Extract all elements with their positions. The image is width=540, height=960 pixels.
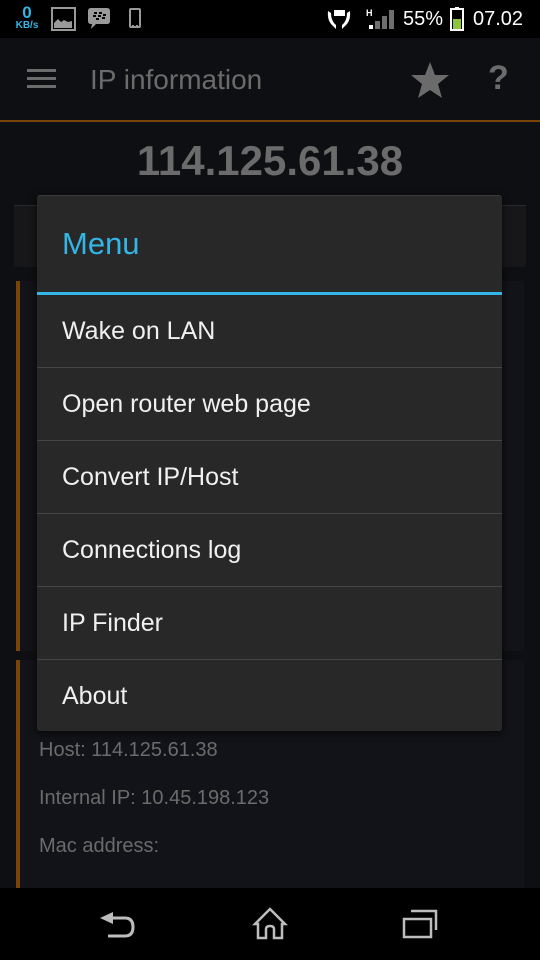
card-accent-bar	[16, 660, 20, 888]
menu-item-ip-finder[interactable]: IP Finder	[37, 587, 502, 660]
menu-item-wake-on-lan[interactable]: Wake on LAN	[37, 295, 502, 368]
star-icon[interactable]	[410, 60, 450, 100]
public-ip-address: 114.125.61.38	[136, 137, 404, 184]
signal-hspa-icon: H	[366, 8, 394, 29]
action-bar-divider	[0, 120, 540, 122]
app-title: IP information	[90, 64, 263, 95]
navigation-bar	[0, 888, 540, 960]
dialog-title: Menu	[62, 226, 140, 261]
network-speed-unit: KB/s	[15, 20, 39, 31]
menu-dialog: Menu Wake on LAN Open router web page Co…	[37, 195, 502, 731]
network-speed-indicator: 0 KB/s	[12, 4, 42, 31]
menu-item-convert-ip-host[interactable]: Convert IP/Host	[37, 441, 502, 514]
network-type-label: H	[366, 8, 373, 18]
battery-level-fill	[453, 19, 461, 29]
battery-percent: 55%	[403, 8, 444, 30]
recent-apps-icon[interactable]	[390, 906, 450, 950]
card-accent-bar	[16, 281, 20, 651]
internal-ip-line: Internal IP: 10.45.198.123	[39, 787, 270, 809]
bbm-chat-icon	[88, 8, 110, 29]
menu-item-label: Open router web page	[62, 390, 311, 418]
back-icon[interactable]	[92, 906, 152, 950]
phone-device-icon	[129, 8, 141, 28]
home-icon[interactable]	[240, 906, 300, 950]
clock: 07.02	[473, 8, 524, 30]
battery-icon	[450, 7, 464, 31]
menu-item-open-router-web-page[interactable]: Open router web page	[37, 368, 502, 441]
menu-item-label: Wake on LAN	[62, 317, 216, 345]
menu-list: Wake on LAN Open router web page Convert…	[37, 295, 502, 733]
help-icon[interactable]: ?	[488, 58, 509, 98]
menu-item-label: Connections log	[62, 536, 242, 564]
menu-item-label: About	[62, 682, 128, 710]
gallery-icon	[51, 7, 76, 31]
menu-item-about[interactable]: About	[37, 660, 502, 733]
menu-item-label: Convert IP/Host	[62, 463, 239, 491]
menu-item-label: IP Finder	[62, 609, 163, 637]
host-line: Host: 114.125.61.38	[39, 739, 218, 761]
network-speed-value: 0	[22, 3, 32, 22]
menu-item-connections-log[interactable]: Connections log	[37, 514, 502, 587]
hamburger-icon[interactable]	[27, 69, 56, 89]
action-bar: IP information ?	[0, 38, 540, 120]
mac-address-line: Mac address:	[39, 835, 160, 857]
stamina-mode-icon	[327, 10, 351, 29]
status-bar: 0 KB/s H 55% 07.02	[0, 0, 540, 38]
